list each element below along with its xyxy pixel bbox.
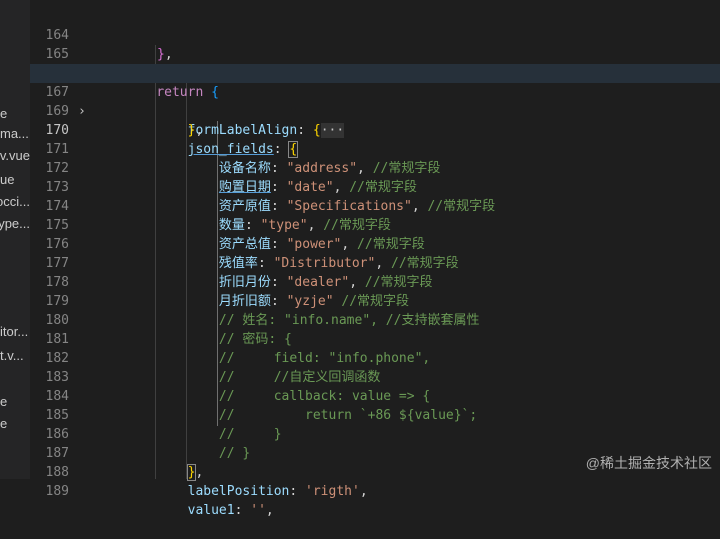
code-line: 177 折旧月份: "dealer", //常规字段 (30, 235, 720, 290)
explorer-item[interactable]: ue (0, 170, 30, 189)
code-line: 174 数量: "type", //常规字段 (30, 178, 720, 233)
code-line: 187 }, (30, 425, 720, 481)
explorer-item[interactable]: e (0, 392, 30, 411)
code-line: 164 }, (30, 7, 720, 62)
explorer-item[interactable]: ype... (0, 214, 30, 233)
code-line: 173 资产原值: "Specifications", //常规字段 (30, 159, 720, 214)
code-line: 175 资产总值: "power", //常规字段 (30, 197, 720, 252)
code-line: 172 购置日期: "date", //常规字段 (30, 140, 720, 195)
code-line: 178 月折旧额: "yzje" //常规字段 (30, 254, 720, 309)
code-line: 180 // 密码: { (30, 292, 720, 347)
code-line: 171 设备名称: "address", //常规字段 (30, 121, 720, 176)
code-line: 169 }, (30, 83, 720, 138)
code-line-current: 170 json_fields: { (30, 102, 720, 158)
watermark: @稀土掘金技术社区 (585, 455, 712, 471)
code-line: 182 // //自定义回调函数 (30, 330, 720, 385)
line-number: 189 (45, 484, 69, 499)
code-text: value1: '', (187, 503, 274, 518)
explorer-item[interactable]: v.vue (0, 146, 30, 165)
explorer-sidebar: e ma... v.vue ue occi... ype... itor... … (0, 0, 30, 479)
code-line: 185 // } (30, 387, 720, 442)
explorer-item[interactable]: itor... (0, 322, 30, 341)
code-line: 183 // callback: value => { (30, 349, 720, 404)
code-line-folded: 167 › formLabelAlign: {··· (30, 64, 720, 138)
explorer-item[interactable]: ma... (0, 124, 30, 143)
code-line: 166 return { (30, 45, 720, 100)
code-line: 179 // 姓名: "info.name", //支持嵌套属性 (30, 273, 720, 328)
code-text: labelPosition: 'rigth', (187, 484, 368, 499)
code-line: 176 残值率: "Distributor", //常规字段 (30, 216, 720, 271)
explorer-item[interactable]: e (0, 414, 30, 433)
code-editor[interactable]: 164 }, 165 data() { 166 return { 167 › f… (30, 0, 720, 518)
code-line: 181 // field: "info.phone", (30, 311, 720, 366)
explorer-item[interactable]: occi... (0, 192, 30, 211)
code-line: 165 data() { (30, 26, 720, 81)
code-line: 186 // } (30, 406, 720, 461)
explorer-item[interactable]: e (0, 104, 30, 123)
code-line: 184 // return `+86 ${value}`; (30, 368, 720, 423)
explorer-item[interactable]: t.v... (0, 346, 30, 365)
